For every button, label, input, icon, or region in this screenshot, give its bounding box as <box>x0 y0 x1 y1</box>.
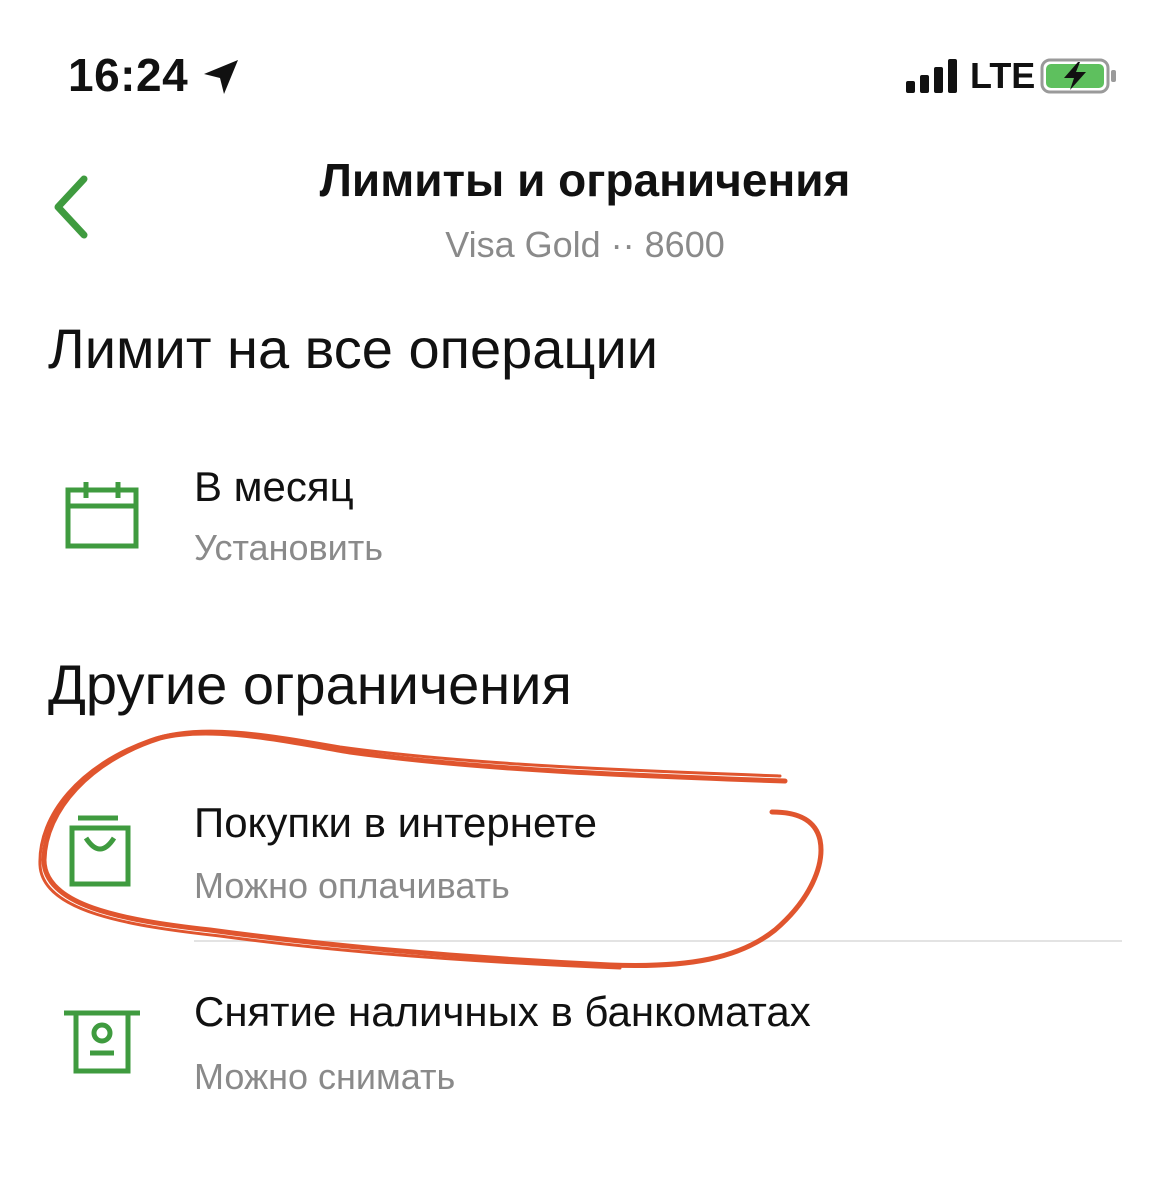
atm-icon <box>64 1010 140 1074</box>
row-subtitle: Можно снимать <box>194 1056 456 1097</box>
online-purchases-row[interactable]: Покупки в интернете Можно оплачивать <box>0 790 1170 940</box>
calendar-icon <box>65 482 139 549</box>
signal-bars-icon <box>906 59 957 93</box>
row-title: Покупки в интернете <box>194 799 598 846</box>
row-divider <box>194 940 1122 942</box>
row-title: В месяц <box>194 463 354 510</box>
row-subtitle: Можно оплачивать <box>194 865 510 906</box>
shopping-bag-icon <box>69 815 131 887</box>
status-bar: 16:24 LTE <box>0 0 1170 150</box>
row-title: Снятие наличных в банкоматах <box>194 988 811 1035</box>
row-subtitle: Установить <box>194 527 383 568</box>
status-time: 16:24 <box>68 49 189 101</box>
atm-withdrawal-row[interactable]: Снятие наличных в банкоматах Можно снима… <box>0 985 1170 1125</box>
page-title: Лимиты и ограничения <box>319 154 851 206</box>
limit-monthly-row[interactable]: В месяц Установить <box>0 450 1170 590</box>
card-subtitle: Visa Gold ·· 8600 <box>445 224 725 265</box>
location-arrow-icon <box>204 60 238 94</box>
section-title-all-operations: Лимит на все операции <box>48 317 659 380</box>
battery-charging-icon <box>1040 58 1116 94</box>
section-title-other-restrictions: Другие ограничения <box>48 653 572 716</box>
network-type: LTE <box>970 55 1036 96</box>
